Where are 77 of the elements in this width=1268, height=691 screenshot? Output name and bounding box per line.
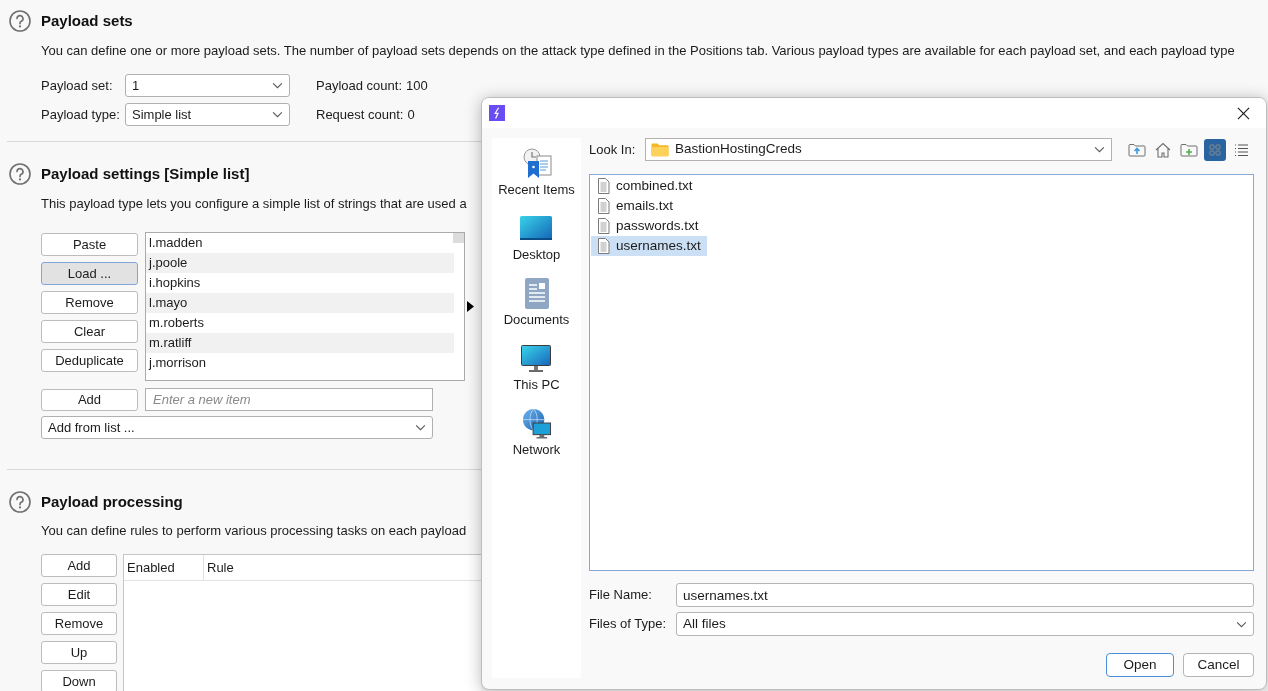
rule-button[interactable]: Up: [41, 641, 117, 664]
section-description: You can define rules to perform various processing tasks on each payload: [41, 522, 467, 540]
list-item[interactable]: j.poole: [146, 253, 454, 273]
list-button[interactable]: Paste: [41, 233, 138, 256]
add-from-list-dropdown[interactable]: Add from list ...: [41, 416, 433, 439]
rule-button[interactable]: Add: [41, 554, 117, 577]
documents-icon: [523, 278, 550, 309]
dropdown[interactable]: 1: [125, 74, 290, 97]
place-label: Recent Items: [498, 182, 575, 198]
new-item-field[interactable]: Enter a new item: [145, 388, 433, 411]
recent-items-icon: [521, 148, 552, 179]
list-button[interactable]: Load ...: [41, 262, 138, 285]
place-label: Network: [512, 442, 561, 458]
count-value: 100: [406, 76, 428, 95]
file-icon: [597, 198, 610, 214]
rule-button[interactable]: Remove: [41, 612, 117, 635]
section-title: Payload sets: [41, 11, 133, 31]
chevron-down-icon[interactable]: [272, 111, 283, 118]
file-icon: [597, 178, 610, 194]
file-item[interactable]: emails.txt: [591, 196, 679, 216]
column-header[interactable]: Rule: [204, 555, 481, 580]
close-icon[interactable]: [1237, 106, 1250, 120]
dialog-button[interactable]: Open: [1106, 653, 1174, 677]
chevron-down-icon[interactable]: [415, 424, 426, 431]
section-description: You can define one or more payload sets. The number of payload sets depends on the attack type defined in the Positions tab. Various payload types are available for each payload set, and each payload type: [41, 42, 1235, 60]
help-icon[interactable]: [9, 163, 31, 185]
desktop-icon: [520, 216, 553, 240]
section-title: Payload processing: [41, 492, 183, 512]
place-item[interactable]: Documents: [503, 278, 570, 328]
help-icon[interactable]: [9, 10, 31, 32]
place-item[interactable]: Network: [512, 408, 561, 458]
file-name-field[interactable]: usernames.txt: [676, 583, 1254, 607]
scrollbar-thumb[interactable]: [453, 233, 464, 243]
chevron-down-icon[interactable]: [1094, 146, 1105, 153]
count-label: Payload count:: [316, 76, 402, 95]
file-icon: [597, 218, 610, 234]
section-description: This payload type lets you configure a simple list of strings that are used a: [41, 195, 467, 213]
file-name-label: File Name:: [589, 586, 653, 605]
file-type-label: Files of Type:: [589, 615, 668, 634]
look-in-dropdown[interactable]: BastionHostingCreds: [645, 138, 1112, 161]
monitor-icon: [521, 345, 552, 372]
file-item[interactable]: usernames.txt: [591, 236, 707, 256]
file-item[interactable]: combined.txt: [591, 176, 699, 196]
place-item[interactable]: Desktop: [512, 213, 561, 263]
add-button[interactable]: Add: [41, 388, 138, 411]
grid-view-icon[interactable]: [1204, 138, 1226, 161]
list-item[interactable]: l.mayo: [146, 293, 454, 313]
list-item[interactable]: m.ratliff: [146, 333, 454, 353]
list-button[interactable]: Deduplicate: [41, 349, 138, 372]
list-button[interactable]: Remove: [41, 291, 138, 314]
file-item[interactable]: passwords.txt: [591, 216, 705, 236]
chevron-down-icon[interactable]: [1236, 620, 1247, 628]
chevron-down-icon[interactable]: [272, 82, 283, 89]
column-header[interactable]: Enabled: [124, 555, 204, 580]
folder-icon: [651, 142, 669, 157]
field-label: Payload type:: [41, 105, 121, 124]
place-label: Documents: [503, 312, 570, 328]
dialog-button[interactable]: Cancel: [1183, 653, 1254, 677]
count-value: 0: [407, 105, 415, 124]
rule-button[interactable]: Down: [41, 670, 117, 691]
rule-button[interactable]: Edit: [41, 583, 117, 606]
dropdown[interactable]: Simple list: [125, 103, 290, 126]
place-item[interactable]: This PC: [513, 343, 560, 393]
globe-network-icon: [521, 408, 552, 439]
place-label: Desktop: [512, 247, 561, 263]
place-label: This PC: [513, 377, 560, 393]
caret-right-icon[interactable]: [467, 301, 474, 312]
help-icon[interactable]: [9, 491, 31, 513]
look-in-label: Look In:: [589, 140, 637, 159]
app-icon: [489, 105, 505, 121]
file-icon: [597, 238, 610, 254]
place-item[interactable]: Recent Items: [498, 148, 575, 198]
list-button[interactable]: Clear: [41, 320, 138, 343]
section-title: Payload settings [Simple list]: [41, 164, 250, 184]
field-label: Payload set:: [41, 76, 114, 95]
file-type-dropdown[interactable]: All files: [676, 612, 1254, 636]
count-label: Request count:: [316, 105, 404, 124]
